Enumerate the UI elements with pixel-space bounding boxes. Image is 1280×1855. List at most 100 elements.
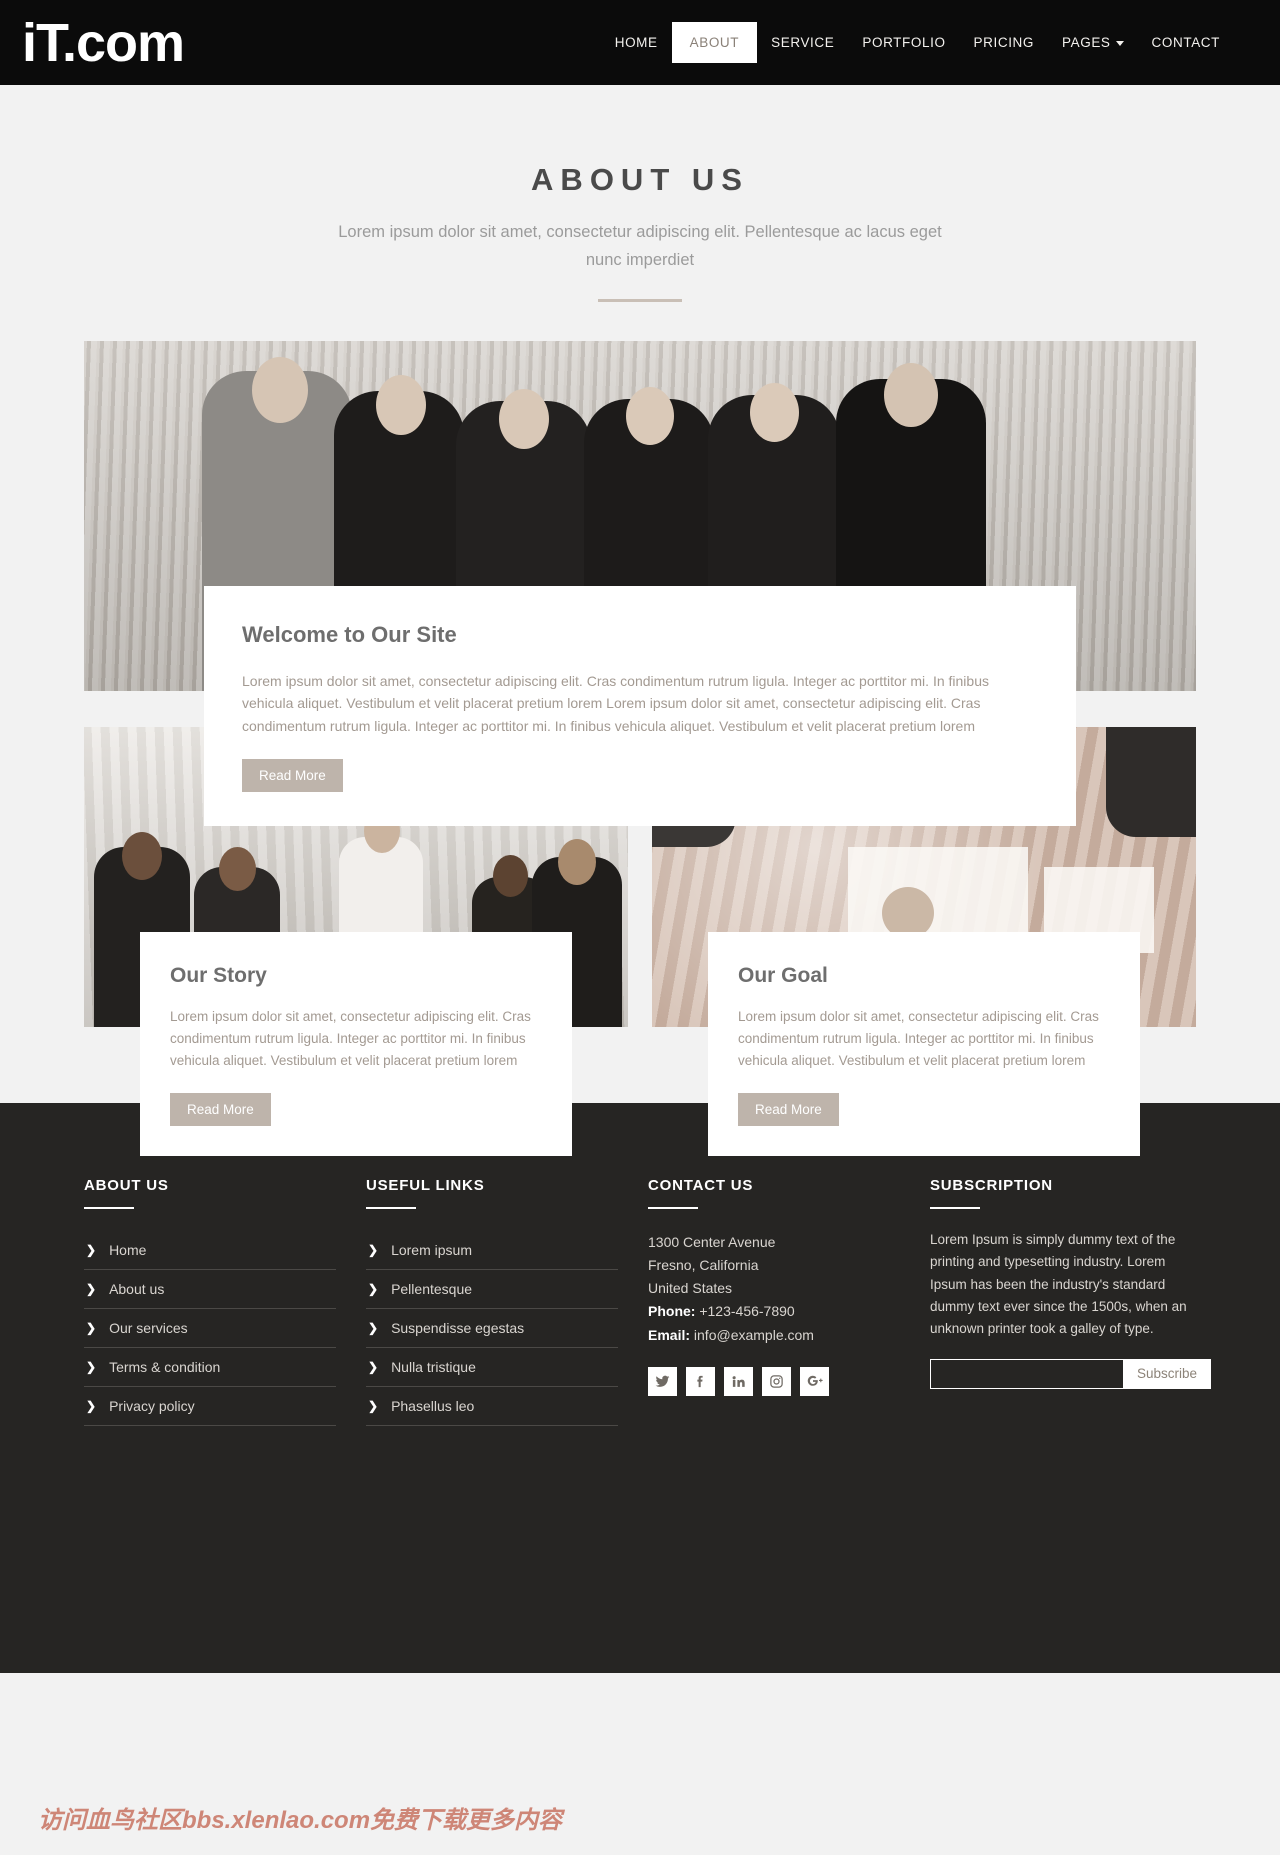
footer-about-column: ABOUT US ❯ Home ❯ About us ❯ Our services ❯… (84, 1177, 366, 1426)
footer-link-pellentesque[interactable]: ❯ Pellentesque (366, 1270, 618, 1308)
footer-link-label: Home (109, 1241, 147, 1258)
our-goal-read-more-button[interactable]: Read More (738, 1093, 839, 1127)
our-goal-card: Our Goal Lorem ipsum dolor sit amet, con… (708, 931, 1140, 1157)
footer-useful-list: ❯ Lorem ipsum ❯ Pellentesque ❯ Suspendisse … (366, 1231, 618, 1426)
our-goal-title: Our Goal (738, 963, 828, 987)
address-line-3: United States (648, 1280, 733, 1297)
phone-label: Phone: (648, 1303, 696, 1320)
page-title: ABOUT US (531, 162, 749, 197)
list-item: ❯ Terms & condition (84, 1348, 336, 1387)
footer-link-phasellus-leo[interactable]: ❯ Phasellus leo (366, 1387, 618, 1425)
nav-item-pages[interactable]: PAGES (1048, 24, 1138, 61)
list-item: ❯ Privacy policy (84, 1387, 336, 1426)
footer-about-heading: ABOUT US (84, 1176, 169, 1194)
footer-link-label: Terms & condition (109, 1358, 221, 1375)
email-value: info@example.com (693, 1326, 814, 1343)
footer-link-label: Lorem ipsum (391, 1241, 472, 1258)
chevron-right-icon: ❯ (86, 1281, 97, 1296)
our-story-title: Our Story (170, 963, 267, 987)
welcome-section: Welcome to Our Site Lorem ipsum dolor si… (84, 340, 1196, 826)
social-links (648, 1366, 900, 1396)
page-header-section: ABOUT US Lorem ipsum dolor sit amet, con… (0, 85, 1280, 302)
footer-heading-divider (648, 1206, 698, 1209)
footer-link-terms[interactable]: ❯ Terms & condition (84, 1348, 336, 1386)
list-item: ❯ Phasellus leo (366, 1387, 618, 1426)
our-story-text: Lorem ipsum dolor sit amet, consectetur … (170, 1008, 531, 1068)
nav-item-service[interactable]: SERVICE (757, 24, 848, 61)
list-item: ❯ Home (84, 1231, 336, 1270)
chevron-right-icon: ❯ (368, 1242, 379, 1257)
email-label: Email: (648, 1326, 691, 1343)
footer-link-label: About us (109, 1280, 165, 1297)
list-item: ❯ Lorem ipsum (366, 1231, 618, 1270)
title-divider (598, 298, 682, 302)
phone-value: +123-456-7890 (699, 1303, 795, 1320)
footer-link-nulla-tristique[interactable]: ❯ Nulla tristique (366, 1348, 618, 1386)
footer-useful-heading: USEFUL LINKS (366, 1176, 485, 1194)
nav-label: CONTACT (1151, 35, 1220, 50)
footer-link-home[interactable]: ❯ Home (84, 1231, 336, 1269)
address-line-1: 1300 Center Avenue (648, 1233, 776, 1250)
page-subtitle: Lorem ipsum dolor sit amet, consectetur … (338, 223, 942, 270)
list-item: ❯ Suspendisse egestas (366, 1309, 618, 1348)
our-story-read-more-button[interactable]: Read More (170, 1093, 271, 1127)
footer-link-our-services[interactable]: ❯ Our services (84, 1309, 336, 1347)
nav-item-home[interactable]: HOME (601, 24, 672, 61)
welcome-read-more-button[interactable]: Read More (242, 758, 343, 792)
footer-link-label: Our services (109, 1319, 188, 1336)
list-item: ❯ Pellentesque (366, 1270, 618, 1309)
list-item: ❯ Nulla tristique (366, 1348, 618, 1387)
chevron-right-icon: ❯ (86, 1320, 97, 1335)
subscribe-button[interactable]: Subscribe (1123, 1358, 1212, 1389)
our-goal-text: Lorem ipsum dolor sit amet, consectetur … (738, 1008, 1099, 1068)
nav-label: SERVICE (771, 35, 835, 50)
nav-item-pricing[interactable]: PRICING (960, 24, 1048, 61)
chevron-right-icon: ❯ (86, 1242, 97, 1257)
footer-heading-divider (366, 1206, 416, 1209)
footer-link-about-us[interactable]: ❯ About us (84, 1270, 336, 1308)
chevron-right-icon: ❯ (86, 1359, 97, 1374)
footer-contact-heading: CONTACT US (648, 1176, 754, 1194)
footer-subscription-column: SUBSCRIPTION Lorem Ipsum is simply dummy… (930, 1176, 1212, 1426)
chevron-right-icon: ❯ (368, 1398, 379, 1413)
footer-link-label: Pellentesque (391, 1280, 473, 1297)
footer-link-lorem-ipsum[interactable]: ❯ Lorem ipsum (366, 1231, 618, 1269)
footer-link-label: Suspendisse egestas (391, 1319, 525, 1336)
chevron-right-icon: ❯ (368, 1359, 379, 1374)
welcome-card-title: Welcome to Our Site (242, 621, 457, 647)
footer-link-suspendisse[interactable]: ❯ Suspendisse egestas (366, 1309, 618, 1347)
email-line: Email: info@example.com (648, 1324, 900, 1347)
google-plus-icon[interactable] (800, 1366, 829, 1396)
list-item: ❯ About us (84, 1270, 336, 1309)
footer-contact-column: CONTACT US 1300 Center Avenue Fresno, Ca… (648, 1177, 930, 1426)
chevron-right-icon: ❯ (368, 1281, 379, 1296)
footer-link-label: Phasellus leo (391, 1397, 475, 1414)
phone-line: Phone: +123-456-7890 (648, 1300, 900, 1323)
nav-label: HOME (614, 35, 658, 50)
footer-contact-details: 1300 Center Avenue Fresno, California Un… (648, 1231, 900, 1347)
nav-item-about[interactable]: ABOUT (671, 22, 758, 63)
instagram-icon[interactable] (762, 1366, 791, 1396)
address-line-2: Fresno, California (648, 1256, 759, 1273)
nav-item-contact[interactable]: CONTACT (1138, 24, 1234, 61)
subscription-form: Subscribe (930, 1358, 1212, 1389)
list-item: ❯ Our services (84, 1309, 336, 1348)
chevron-right-icon: ❯ (368, 1320, 379, 1335)
nav-item-portfolio[interactable]: PORTFOLIO (848, 24, 959, 61)
footer-link-privacy[interactable]: ❯ Privacy policy (84, 1387, 336, 1425)
site-logo[interactable]: iT.com (0, 16, 185, 70)
chevron-right-icon: ❯ (86, 1398, 97, 1413)
footer-about-list: ❯ Home ❯ About us ❯ Our services ❯ Terms & c… (84, 1231, 336, 1426)
footer-subscription-heading: SUBSCRIPTION (930, 1176, 1053, 1194)
twitter-icon[interactable] (648, 1366, 677, 1396)
linkedin-icon[interactable] (724, 1366, 753, 1396)
subscription-email-input[interactable] (930, 1358, 1123, 1389)
footer-link-label: Privacy policy (109, 1397, 195, 1414)
chevron-down-icon (1115, 41, 1124, 46)
facebook-icon[interactable] (686, 1366, 715, 1396)
watermark-text: 访问血鸟社区bbs.xlenlao.com免费下载更多内容 (38, 1807, 563, 1834)
footer-useful-links-column: USEFUL LINKS ❯ Lorem ipsum ❯ Pellentesque … (366, 1177, 648, 1426)
footer-heading-divider (930, 1206, 980, 1209)
subscription-description: Lorem Ipsum is simply dummy text of the … (930, 1231, 1187, 1337)
footer-link-label: Nulla tristique (391, 1358, 476, 1375)
